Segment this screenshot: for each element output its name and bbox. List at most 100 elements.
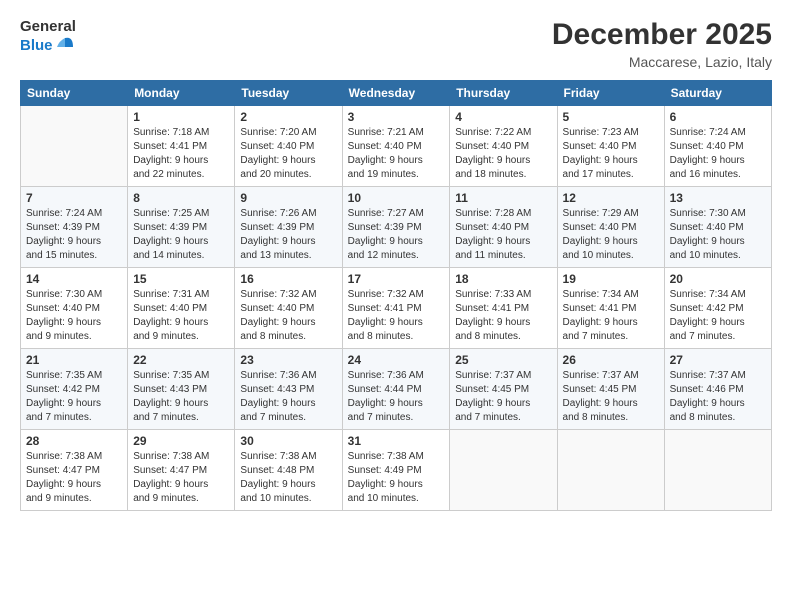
- calendar-header-row: Sunday Monday Tuesday Wednesday Thursday…: [21, 81, 772, 106]
- day-number: 14: [26, 272, 122, 286]
- table-row: 11 Sunrise: 7:28 AMSunset: 4:40 PMDayligh…: [450, 187, 557, 268]
- day-number: 30: [240, 434, 336, 448]
- day-number: 21: [26, 353, 122, 367]
- table-row: 8 Sunrise: 7:25 AMSunset: 4:39 PMDaylight…: [128, 187, 235, 268]
- day-info: Sunrise: 7:30 AMSunset: 4:40 PMDaylight:…: [26, 288, 122, 344]
- header: General Blue December 2025 Maccarese, La…: [20, 18, 772, 70]
- day-number: 19: [563, 272, 659, 286]
- table-row: [557, 430, 664, 511]
- day-number: 22: [133, 353, 229, 367]
- day-info: Sunrise: 7:29 AMSunset: 4:40 PMDaylight:…: [563, 207, 659, 263]
- day-info: Sunrise: 7:23 AMSunset: 4:40 PMDaylight:…: [563, 126, 659, 182]
- day-info: Sunrise: 7:35 AMSunset: 4:42 PMDaylight:…: [26, 369, 122, 425]
- table-row: 19Sunrise: 7:34 AMSunset: 4:41 PMDayligh…: [557, 268, 664, 349]
- col-tuesday: Tuesday: [235, 81, 342, 106]
- day-number: 11: [455, 191, 551, 205]
- day-number: 2: [240, 110, 336, 124]
- table-row: [21, 106, 128, 187]
- title-block: December 2025 Maccarese, Lazio, Italy: [552, 18, 772, 70]
- day-number: 28: [26, 434, 122, 448]
- table-row: 23 Sunrise: 7:36 AMSunset: 4:43 PMDayligh…: [235, 349, 342, 430]
- day-info: Sunrise: 7:22 AMSunset: 4:40 PMDaylight:…: [455, 126, 551, 182]
- day-number: 1: [133, 110, 229, 124]
- day-number: 12: [563, 191, 659, 205]
- table-row: 26Sunrise: 7:37 AMSunset: 4:45 PMDayligh…: [557, 349, 664, 430]
- logo-general: General: [20, 18, 76, 35]
- page: General Blue December 2025 Maccarese, La…: [0, 0, 792, 612]
- day-number: 9: [240, 191, 336, 205]
- day-number: 27: [670, 353, 766, 367]
- day-number: 25: [455, 353, 551, 367]
- table-row: 14 Sunrise: 7:30 AMSunset: 4:40 PMDayligh…: [21, 268, 128, 349]
- location: Maccarese, Lazio, Italy: [552, 54, 772, 70]
- table-row: 2 Sunrise: 7:20 AMSunset: 4:40 PMDaylight…: [235, 106, 342, 187]
- day-info: Sunrise: 7:38 AMSunset: 4:47 PMDaylight:…: [26, 450, 122, 506]
- table-row: 17 Sunrise: 7:32 AMSunset: 4:41 PMDayligh…: [342, 268, 450, 349]
- day-number: 23: [240, 353, 336, 367]
- day-number: 7: [26, 191, 122, 205]
- table-row: 31Sunrise: 7:38 AMSunset: 4:49 PMDayligh…: [342, 430, 450, 511]
- table-row: 9 Sunrise: 7:26 AMSunset: 4:39 PMDaylight…: [235, 187, 342, 268]
- day-info: Sunrise: 7:30 AMSunset: 4:40 PMDaylight:…: [670, 207, 766, 263]
- day-number: 29: [133, 434, 229, 448]
- day-info: Sunrise: 7:38 AMSunset: 4:49 PMDaylight:…: [348, 450, 445, 506]
- day-number: 24: [348, 353, 445, 367]
- day-info: Sunrise: 7:38 AMSunset: 4:48 PMDaylight:…: [240, 450, 336, 506]
- col-wednesday: Wednesday: [342, 81, 450, 106]
- table-row: 18 Sunrise: 7:33 AMSunset: 4:41 PMDayligh…: [450, 268, 557, 349]
- day-number: 20: [670, 272, 766, 286]
- day-number: 18: [455, 272, 551, 286]
- logo-sail-icon: [55, 35, 75, 55]
- table-row: 25 Sunrise: 7:37 AMSunset: 4:45 PMDayligh…: [450, 349, 557, 430]
- logo-blue: Blue: [20, 37, 53, 54]
- day-info: Sunrise: 7:37 AMSunset: 4:46 PMDaylight:…: [670, 369, 766, 425]
- table-row: 22 Sunrise: 7:35 AMSunset: 4:43 PMDayligh…: [128, 349, 235, 430]
- table-row: 4 Sunrise: 7:22 AMSunset: 4:40 PMDaylight…: [450, 106, 557, 187]
- day-info: Sunrise: 7:33 AMSunset: 4:41 PMDaylight:…: [455, 288, 551, 344]
- day-info: Sunrise: 7:21 AMSunset: 4:40 PMDaylight:…: [348, 126, 445, 182]
- day-info: Sunrise: 7:32 AMSunset: 4:41 PMDaylight:…: [348, 288, 445, 344]
- day-info: Sunrise: 7:37 AMSunset: 4:45 PMDaylight:…: [455, 369, 551, 425]
- table-row: 13 Sunrise: 7:30 AMSunset: 4:40 PMDayligh…: [664, 187, 771, 268]
- table-row: 24 Sunrise: 7:36 AMSunset: 4:44 PMDayligh…: [342, 349, 450, 430]
- table-row: 3 Sunrise: 7:21 AMSunset: 4:40 PMDaylight…: [342, 106, 450, 187]
- day-number: 26: [563, 353, 659, 367]
- table-row: 15Sunrise: 7:31 AMSunset: 4:40 PMDayligh…: [128, 268, 235, 349]
- day-info: Sunrise: 7:18 AMSunset: 4:41 PMDaylight:…: [133, 126, 229, 182]
- day-info: Sunrise: 7:36 AMSunset: 4:43 PMDaylight:…: [240, 369, 336, 425]
- day-number: 17: [348, 272, 445, 286]
- month-year: December 2025: [552, 18, 772, 52]
- day-info: Sunrise: 7:20 AMSunset: 4:40 PMDaylight:…: [240, 126, 336, 182]
- day-info: Sunrise: 7:27 AMSunset: 4:39 PMDaylight:…: [348, 207, 445, 263]
- table-row: 7 Sunrise: 7:24 AMSunset: 4:39 PMDaylight…: [21, 187, 128, 268]
- day-info: Sunrise: 7:24 AMSunset: 4:39 PMDaylight:…: [26, 207, 122, 263]
- day-number: 3: [348, 110, 445, 124]
- table-row: 12 Sunrise: 7:29 AMSunset: 4:40 PMDayligh…: [557, 187, 664, 268]
- day-info: Sunrise: 7:28 AMSunset: 4:40 PMDaylight:…: [455, 207, 551, 263]
- day-number: 15: [133, 272, 229, 286]
- table-row: 21 Sunrise: 7:35 AMSunset: 4:42 PMDayligh…: [21, 349, 128, 430]
- day-number: 16: [240, 272, 336, 286]
- day-number: 4: [455, 110, 551, 124]
- table-row: 5 Sunrise: 7:23 AMSunset: 4:40 PMDaylight…: [557, 106, 664, 187]
- day-info: Sunrise: 7:26 AMSunset: 4:39 PMDaylight:…: [240, 207, 336, 263]
- table-row: 16 Sunrise: 7:32 AMSunset: 4:40 PMDayligh…: [235, 268, 342, 349]
- logo: General Blue: [20, 18, 76, 55]
- day-info: Sunrise: 7:35 AMSunset: 4:43 PMDaylight:…: [133, 369, 229, 425]
- table-row: 1 Sunrise: 7:18 AMSunset: 4:41 PMDaylight…: [128, 106, 235, 187]
- calendar-table: Sunday Monday Tuesday Wednesday Thursday…: [20, 80, 772, 511]
- table-row: 27 Sunrise: 7:37 AMSunset: 4:46 PMDayligh…: [664, 349, 771, 430]
- day-info: Sunrise: 7:36 AMSunset: 4:44 PMDaylight:…: [348, 369, 445, 425]
- col-thursday: Thursday: [450, 81, 557, 106]
- col-monday: Monday: [128, 81, 235, 106]
- day-number: 13: [670, 191, 766, 205]
- day-info: Sunrise: 7:24 AMSunset: 4:40 PMDaylight:…: [670, 126, 766, 182]
- day-number: 8: [133, 191, 229, 205]
- col-friday: Friday: [557, 81, 664, 106]
- day-info: Sunrise: 7:25 AMSunset: 4:39 PMDaylight:…: [133, 207, 229, 263]
- day-number: 6: [670, 110, 766, 124]
- day-number: 10: [348, 191, 445, 205]
- day-info: Sunrise: 7:32 AMSunset: 4:40 PMDaylight:…: [240, 288, 336, 344]
- day-number: 5: [563, 110, 659, 124]
- day-info: Sunrise: 7:34 AMSunset: 4:42 PMDaylight:…: [670, 288, 766, 344]
